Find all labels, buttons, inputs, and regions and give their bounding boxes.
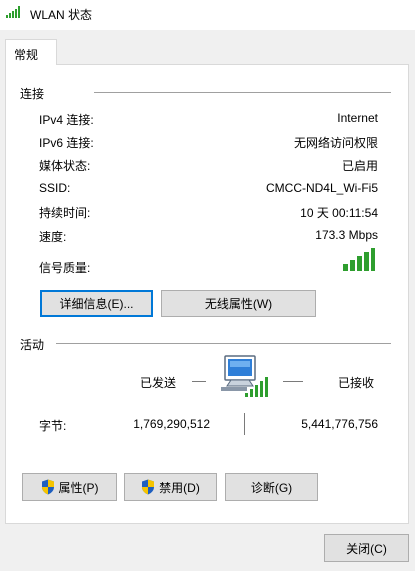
- tab-general[interactable]: 常规: [5, 39, 57, 65]
- sent-dash: [192, 381, 206, 382]
- received-label: 已接收: [338, 376, 375, 390]
- close-button-label: 关闭(C): [346, 541, 387, 556]
- title-bar: WLAN 状态: [0, 0, 415, 30]
- uac-shield-icon: [142, 479, 155, 495]
- signal-strength-icon: [343, 248, 375, 271]
- diagnose-button-label: 诊断(G): [250, 480, 293, 495]
- window-title: WLAN 状态: [30, 8, 93, 22]
- ipv4-label: IPv4 连接:: [39, 113, 94, 127]
- properties-button[interactable]: 属性(P): [22, 473, 117, 501]
- duration-value: 10 天 00:11:54: [300, 206, 378, 220]
- ipv6-label: IPv6 连接:: [39, 136, 94, 150]
- properties-button-label: 属性(P): [58, 480, 99, 495]
- connection-group-label: 连接: [20, 87, 45, 101]
- wifi-signal-icon: [6, 6, 20, 18]
- disable-button-label: 禁用(D): [159, 480, 200, 495]
- speed-value: 173.3 Mbps: [315, 228, 378, 242]
- activity-group-label: 活动: [20, 338, 45, 352]
- network-computer-icon: [221, 355, 268, 397]
- sent-label: 已发送: [140, 376, 177, 390]
- signal-quality-label: 信号质量:: [39, 261, 91, 275]
- activity-group-divider: [56, 343, 391, 344]
- uac-shield-icon: [41, 479, 54, 495]
- details-button[interactable]: 详细信息(E)...: [40, 290, 153, 317]
- disable-button[interactable]: 禁用(D): [124, 473, 217, 501]
- ssid-label: SSID:: [39, 181, 71, 195]
- ssid-value: CMCC-ND4L_Wi-Fi5: [265, 181, 378, 195]
- connection-group-divider: [94, 92, 391, 93]
- media-state-value: 已启用: [341, 159, 378, 173]
- bytes-sent-value: 1,769,290,512: [133, 417, 210, 431]
- ipv6-value: 无网络访问权限: [293, 136, 378, 150]
- media-state-label: 媒体状态:: [39, 159, 91, 173]
- received-dash: [283, 381, 303, 382]
- duration-label: 持续时间:: [39, 206, 91, 220]
- close-button[interactable]: 关闭(C): [324, 534, 409, 562]
- diagnose-button[interactable]: 诊断(G): [225, 473, 318, 501]
- bytes-separator: [244, 413, 245, 435]
- bytes-label: 字节:: [39, 419, 67, 433]
- bytes-received-value: 5,441,776,756: [301, 417, 378, 431]
- details-button-label: 详细信息(E)...: [59, 297, 134, 311]
- tab-general-label: 常规: [14, 48, 39, 62]
- wireless-properties-button[interactable]: 无线属性(W): [161, 290, 316, 317]
- ipv4-value: Internet: [337, 111, 378, 125]
- wireless-properties-button-label: 无线属性(W): [204, 297, 273, 311]
- speed-label: 速度:: [39, 230, 67, 244]
